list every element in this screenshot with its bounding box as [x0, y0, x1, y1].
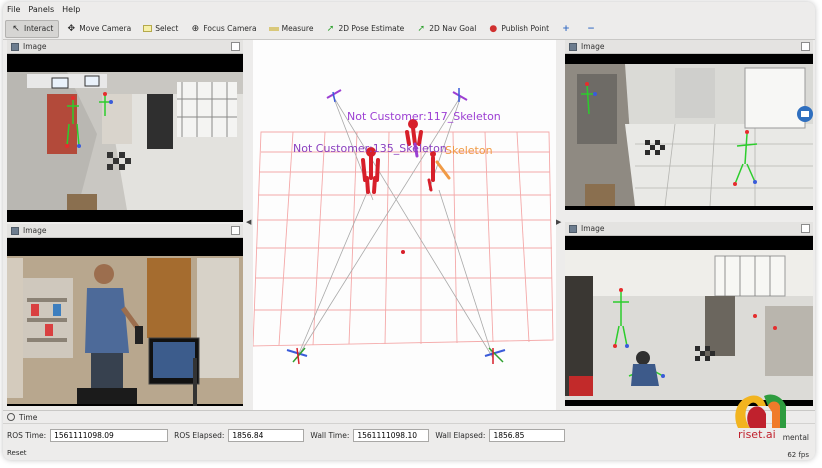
camera-feed: [7, 238, 243, 406]
ros-elapsed-field[interactable]: [228, 429, 305, 442]
collapse-left-arrow-icon[interactable]: ◀: [246, 218, 251, 226]
camera-image: [7, 54, 243, 222]
plus-icon: +: [562, 23, 570, 34]
nav-goal-label: 2D Nav Goal: [429, 24, 477, 33]
select-button[interactable]: Select: [138, 20, 183, 38]
menu-help[interactable]: Help: [58, 5, 84, 14]
panel-title: Image: [581, 224, 605, 233]
move-icon: ✥: [67, 23, 76, 34]
focus-icon: ⊕: [191, 23, 200, 34]
focus-camera-label: Focus Camera: [203, 24, 257, 33]
select-label: Select: [155, 24, 179, 33]
ros-time-label: ROS Time:: [7, 431, 47, 440]
close-box[interactable]: [801, 224, 810, 233]
panel-title: Image: [581, 42, 605, 51]
menu-file[interactable]: File: [3, 5, 24, 14]
panel-header: Image: [565, 40, 813, 54]
move-camera-label: Move Camera: [79, 24, 132, 33]
image-panel-bottom-left: Image: [7, 224, 243, 406]
interact-button[interactable]: ↖ Interact: [5, 19, 60, 38]
image-icon: [11, 42, 19, 51]
remove-tool-button[interactable]: −: [581, 20, 604, 38]
pin-icon: ●: [489, 23, 498, 34]
minus-icon: −: [587, 23, 595, 34]
publish-point-button[interactable]: ● Publish Point: [483, 20, 554, 38]
3d-render-view[interactable]: Not Customer:117_Skeleton Not Customer:1…: [253, 40, 556, 412]
green-arrow-icon: ➚: [326, 23, 335, 34]
close-box[interactable]: [801, 42, 810, 51]
camera-image: [7, 238, 243, 406]
green-arrow-icon: ➚: [417, 23, 426, 34]
ros-elapsed-label: ROS Elapsed:: [174, 431, 225, 440]
image-icon: [11, 226, 19, 235]
reset-button[interactable]: Reset: [7, 449, 27, 457]
wall-elapsed-field[interactable]: [489, 429, 566, 442]
skeleton-label-135: Not Customer:135_Skeleton: [293, 142, 447, 155]
nav-goal-button[interactable]: ➚ 2D Nav Goal: [411, 20, 481, 38]
skeleton-label-117: Not Customer:117_Skeleton: [347, 110, 501, 123]
panel-header: Image: [7, 40, 243, 54]
camera-image: [565, 54, 813, 210]
select-icon: [143, 25, 153, 32]
wall-time-field[interactable]: [353, 429, 430, 442]
3d-scene: Not Customer:117_Skeleton Not Customer:1…: [253, 40, 556, 412]
camera-feed: [7, 54, 243, 222]
skeleton-label-orange: Skeleton: [445, 144, 493, 157]
wall-time-label: Wall Time:: [310, 431, 350, 440]
menubar: File Panels Help: [3, 2, 815, 16]
close-box[interactable]: [231, 42, 240, 51]
panel-header: Image: [7, 224, 243, 238]
origin-marker: [401, 250, 405, 254]
measure-button[interactable]: Measure: [264, 20, 319, 38]
image-icon: [569, 42, 577, 51]
rviz-window: File Panels Help ↖ Interact ✥ Move Camer…: [3, 2, 815, 460]
clock-icon: [7, 413, 15, 421]
move-camera-button[interactable]: ✥ Move Camera: [61, 20, 136, 38]
panel-header: Image: [565, 222, 813, 236]
panel-title: Image: [23, 226, 47, 235]
ros-time-field[interactable]: [50, 429, 169, 442]
panel-title: Image: [23, 42, 47, 51]
camera-feed: [565, 54, 813, 210]
ruler-icon: [268, 26, 279, 31]
cursor-icon: ↖: [12, 23, 20, 34]
pose-estimate-button[interactable]: ➚ 2D Pose Estimate: [320, 20, 409, 38]
publish-point-label: Publish Point: [501, 24, 550, 33]
interact-label: Interact: [24, 24, 54, 33]
menu-panels[interactable]: Panels: [24, 5, 58, 14]
close-box[interactable]: [231, 226, 240, 235]
time-panel: Time ROS Time: ROS Elapsed: Wall Time: W…: [3, 410, 815, 460]
brand-name: riset.ai: [738, 428, 776, 441]
add-tool-button[interactable]: +: [556, 20, 579, 38]
time-panel-header: Time: [3, 411, 815, 424]
time-row: ROS Time: ROS Elapsed: Wall Time: Wall E…: [3, 427, 815, 444]
measure-label: Measure: [281, 24, 314, 33]
focus-camera-button[interactable]: ⊕ Focus Camera: [185, 20, 261, 38]
image-panel-top-left: Image: [7, 40, 243, 222]
toolbar: ↖ Interact ✥ Move Camera Select ⊕ Focus …: [3, 18, 815, 40]
image-icon: [569, 224, 577, 233]
pose-estimate-label: 2D Pose Estimate: [338, 24, 405, 33]
image-panel-top-right: Image: [565, 40, 813, 210]
time-panel-title: Time: [19, 412, 38, 422]
collapse-right-arrow-icon[interactable]: ▶: [556, 218, 561, 226]
fps-readout: 62 fps: [787, 451, 809, 459]
wall-elapsed-label: Wall Elapsed:: [435, 431, 486, 440]
